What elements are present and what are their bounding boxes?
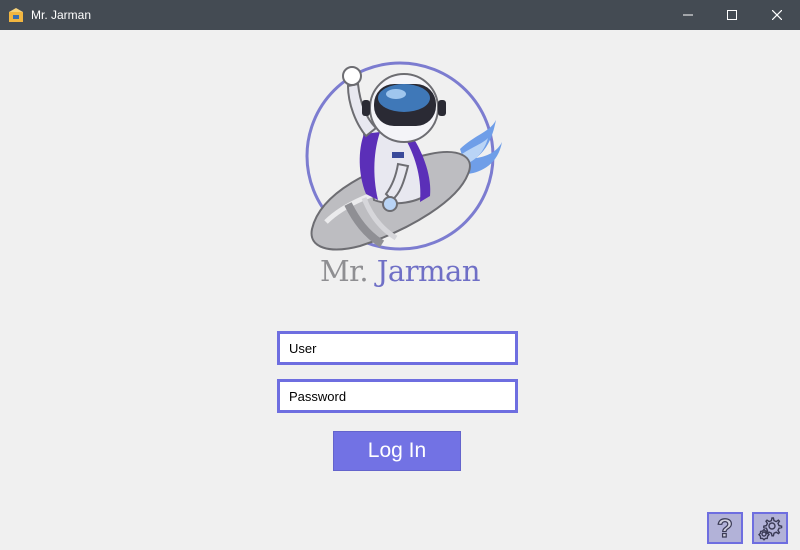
minimize-button[interactable] (665, 0, 711, 30)
settings-button[interactable] (752, 512, 788, 544)
app-icon (9, 8, 23, 22)
question-mark-icon: ? (716, 515, 733, 541)
login-button[interactable]: Log In (333, 431, 461, 471)
close-icon (772, 10, 782, 20)
minimize-icon (683, 14, 693, 16)
user-field[interactable] (277, 331, 518, 365)
window-title: Mr. Jarman (31, 8, 92, 22)
help-button[interactable]: ? (707, 512, 743, 544)
gear-icon (758, 517, 783, 541)
close-button[interactable] (754, 0, 800, 30)
password-field[interactable] (277, 379, 518, 413)
brand-name: Mr. Jarman (300, 254, 500, 300)
title-bar[interactable]: Mr. Jarman (0, 0, 800, 30)
svg-text:?: ? (717, 515, 733, 541)
password-input[interactable] (280, 382, 515, 410)
astronaut-logo (305, 61, 502, 251)
brand-word-jarman: Jarman (376, 254, 481, 288)
brand-word-mr: Mr. (319, 254, 369, 288)
user-input[interactable] (280, 334, 515, 362)
maximize-icon (727, 10, 737, 20)
maximize-button[interactable] (709, 0, 755, 30)
